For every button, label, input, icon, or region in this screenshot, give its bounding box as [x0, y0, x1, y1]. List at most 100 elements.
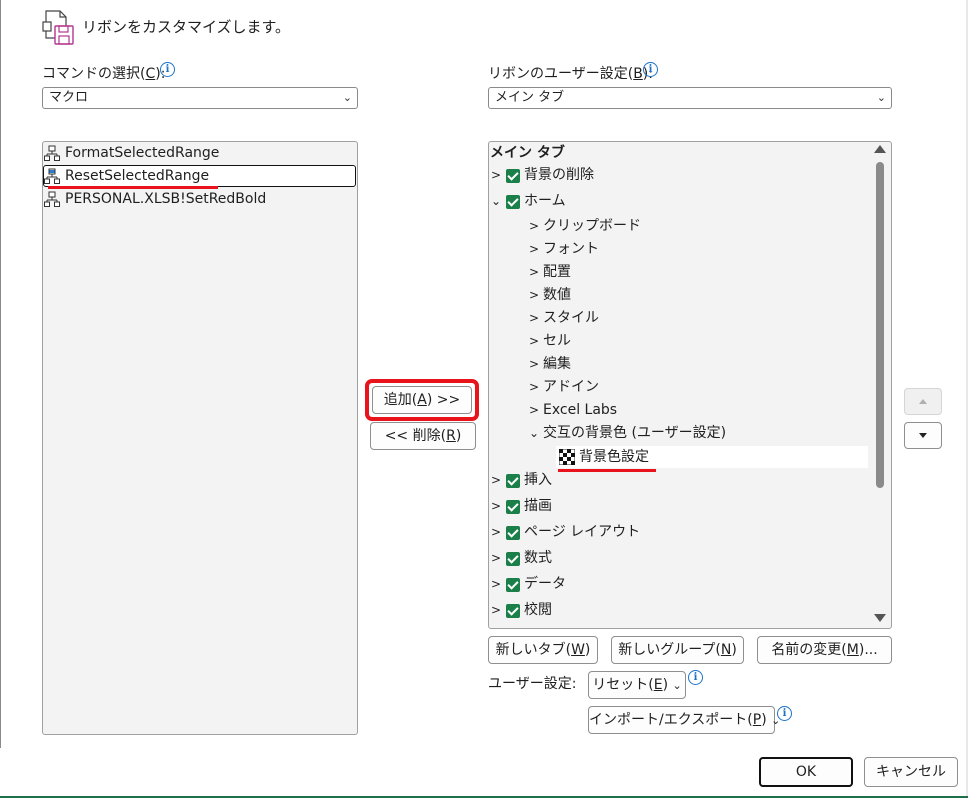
reset-prefix: リセット(: [592, 677, 654, 693]
info-icon-import[interactable]: i: [777, 706, 792, 721]
tree-item[interactable]: クリップボード: [543, 215, 641, 237]
expand-chevron-icon[interactable]: >: [528, 288, 540, 302]
macro-icon: [44, 191, 60, 207]
new-group-suffix: ): [731, 642, 737, 658]
tree-item[interactable]: ページ レイアウト: [524, 521, 640, 543]
customize-ribbon-accesskey: B: [633, 66, 643, 82]
new-tab-prefix: 新しいタブ(: [495, 642, 572, 658]
customize-ribbon-label-prefix: リボンのユーザー設定(: [488, 66, 634, 82]
reset-dropdown-button[interactable]: リセット(E) ⌄: [588, 671, 686, 699]
checkbox-checked[interactable]: [506, 474, 520, 488]
add-button-prefix: 追加(: [383, 392, 418, 408]
tree-item[interactable]: 背景の削除: [524, 164, 594, 186]
triangle-down-icon: [919, 433, 927, 438]
rename-button[interactable]: 名前の変更(M)...: [757, 636, 892, 664]
tree-item[interactable]: フォント: [543, 238, 599, 260]
expand-chevron-icon[interactable]: >: [490, 499, 502, 513]
expand-chevron-icon[interactable]: >: [490, 577, 502, 591]
expand-chevron-icon[interactable]: >: [528, 311, 540, 325]
expand-chevron-icon[interactable]: >: [528, 334, 540, 348]
tree-item[interactable]: 校閲: [524, 599, 552, 621]
rename-suffix: )...: [858, 642, 878, 658]
list-item-selected[interactable]: ResetSelectedRange: [65, 165, 209, 187]
macro-icon: [44, 168, 60, 184]
expand-chevron-icon[interactable]: >: [528, 380, 540, 394]
tree-item[interactable]: データ: [524, 573, 566, 595]
tree-header: メイン タブ: [490, 145, 565, 161]
tree-item[interactable]: Excel Labs: [543, 399, 617, 421]
collapse-chevron-icon[interactable]: ⌄: [490, 194, 502, 208]
tree-item[interactable]: スタイル: [543, 307, 599, 329]
import-export-dropdown-button[interactable]: インポート/エクスポート(P) ⌄: [588, 706, 780, 734]
scroll-up-arrow[interactable]: [874, 145, 886, 153]
checkbox-checked[interactable]: [506, 578, 520, 592]
checkbox-checked[interactable]: [506, 604, 520, 618]
new-tab-button[interactable]: 新しいタブ(W): [488, 636, 598, 664]
reset-suffix: ): [662, 677, 669, 693]
info-icon-reset[interactable]: i: [688, 670, 703, 685]
expand-chevron-icon[interactable]: >: [528, 357, 540, 371]
new-tab-suffix: ): [584, 642, 591, 658]
chevron-down-icon: ⌄: [672, 679, 682, 692]
scrollbar-thumb[interactable]: [876, 162, 884, 488]
chevron-down-icon: ⌄: [876, 91, 886, 104]
checkbox-checked[interactable]: [506, 195, 520, 209]
customize-ribbon-combo[interactable]: メイン タブ ⌄: [488, 87, 892, 109]
remove-button[interactable]: << 削除(R): [370, 422, 476, 450]
move-up-button[interactable]: [904, 388, 942, 415]
ok-button[interactable]: OK: [759, 757, 853, 787]
tree-item[interactable]: 編集: [543, 353, 571, 375]
user-settings-label: ユーザー設定:: [488, 676, 577, 692]
tree-item[interactable]: 挿入: [524, 469, 552, 491]
expand-chevron-icon[interactable]: >: [528, 242, 540, 256]
add-button-suffix: ) >>: [426, 392, 461, 408]
commands-listbox[interactable]: [42, 141, 358, 735]
tree-item[interactable]: 交互の背景色 (ユーザー設定): [543, 422, 726, 444]
expand-chevron-icon[interactable]: >: [490, 525, 502, 539]
expand-chevron-icon[interactable]: >: [490, 551, 502, 565]
customize-ribbon-icon: [40, 8, 78, 46]
expand-chevron-icon[interactable]: >: [490, 603, 502, 617]
expand-chevron-icon[interactable]: >: [528, 265, 540, 279]
tree-item[interactable]: 数式: [524, 547, 552, 569]
add-accesskey: A: [417, 392, 427, 408]
import-suffix: ): [761, 712, 767, 728]
checkbox-checked[interactable]: [506, 552, 520, 566]
tree-item[interactable]: アドイン: [543, 376, 599, 398]
scroll-down-arrow[interactable]: [874, 614, 886, 622]
list-item[interactable]: FormatSelectedRange: [65, 142, 219, 164]
new-tab-accesskey: W: [571, 642, 585, 658]
expand-chevron-icon[interactable]: >: [528, 219, 540, 233]
choose-commands-combo-value: マクロ: [49, 90, 89, 105]
new-group-accesskey: N: [720, 642, 732, 658]
tree-item[interactable]: 配置: [543, 261, 571, 283]
add-button[interactable]: 追加(A) >>: [372, 386, 472, 414]
expand-chevron-icon[interactable]: >: [490, 168, 502, 182]
cancel-button[interactable]: キャンセル: [864, 757, 958, 787]
expand-chevron-icon[interactable]: >: [490, 473, 502, 487]
collapse-chevron-icon[interactable]: ⌄: [528, 426, 540, 440]
expand-chevron-icon[interactable]: >: [528, 403, 540, 417]
tree-item[interactable]: ホーム: [524, 190, 566, 212]
tree-item[interactable]: セル: [543, 330, 571, 352]
checkbox-checked[interactable]: [506, 169, 520, 183]
new-group-button[interactable]: 新しいグループ(N): [611, 636, 744, 664]
remove-button-suffix: ): [455, 428, 462, 444]
move-down-button[interactable]: [904, 422, 942, 449]
info-icon-commands[interactable]: i: [160, 62, 175, 77]
new-group-prefix: 新しいグループ(: [618, 642, 721, 658]
tree-item[interactable]: 数値: [543, 284, 571, 306]
checkbox-checked[interactable]: [506, 526, 520, 540]
remove-accesskey: R: [446, 428, 456, 444]
info-icon-ribbon[interactable]: i: [643, 62, 658, 77]
customize-ribbon-combo-value: メイン タブ: [495, 90, 565, 105]
reset-accesskey: E: [653, 677, 663, 693]
rename-accesskey: M: [846, 642, 859, 658]
tree-item[interactable]: 描画: [524, 495, 552, 517]
choose-commands-label: コマンドの選択(C):: [42, 63, 165, 83]
rename-prefix: 名前の変更(: [771, 642, 847, 658]
list-item[interactable]: PERSONAL.XLSB!SetRedBold: [65, 188, 266, 210]
tree-item-selected[interactable]: 背景色設定: [579, 446, 649, 468]
choose-commands-combo[interactable]: マクロ ⌄: [42, 87, 358, 109]
checkbox-checked[interactable]: [506, 500, 520, 514]
